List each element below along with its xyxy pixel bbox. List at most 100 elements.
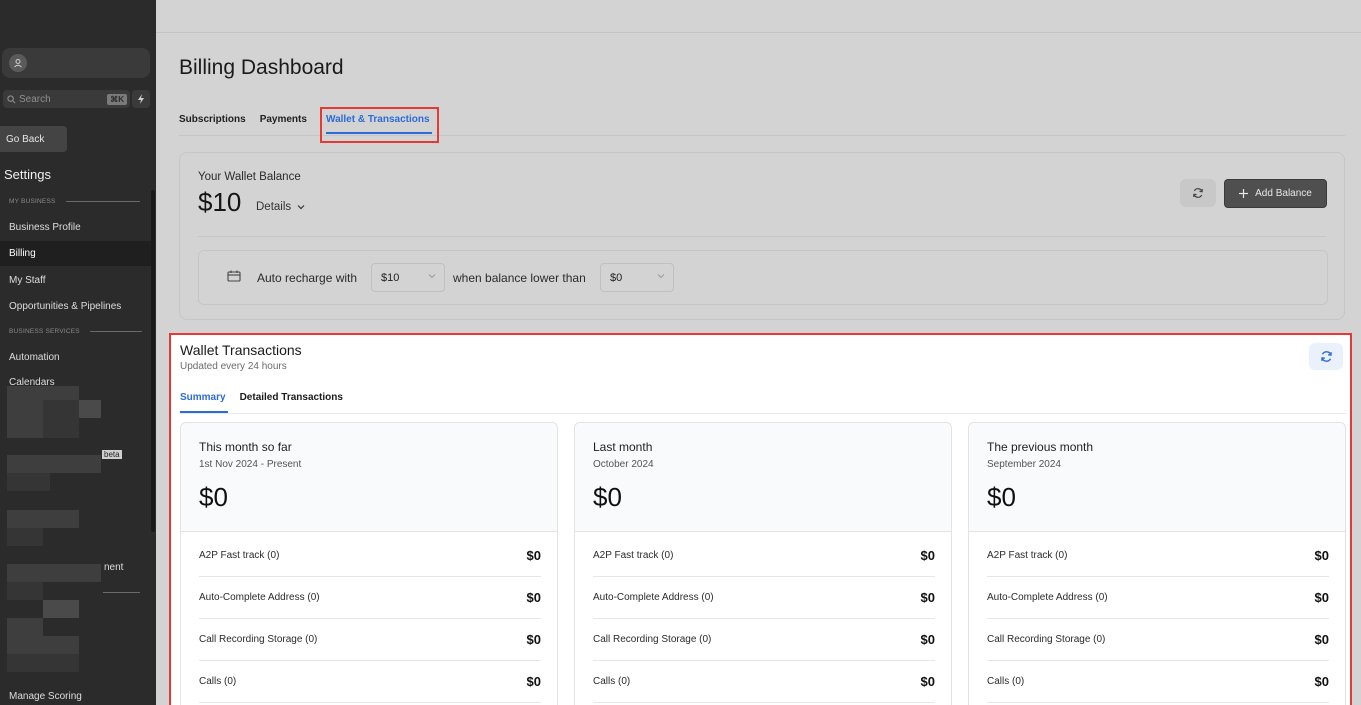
period-range: September 2024	[987, 459, 1061, 470]
refresh-balance-button[interactable]	[1180, 179, 1216, 207]
tab-detailed-transactions[interactable]: Detailed Transactions	[240, 392, 343, 403]
sidebar-item-billing[interactable]: Billing	[0, 241, 152, 266]
recharge-amount-value: $10	[381, 271, 400, 284]
quick-action-button[interactable]	[132, 90, 150, 108]
redacted-block	[7, 564, 101, 582]
header-divider	[156, 32, 1361, 33]
chevron-down-icon	[297, 205, 305, 210]
list-item: Call Recording Storage (0) $0	[987, 619, 1329, 661]
period-card-previous-month: The previous month September 2024 $0 A2P…	[968, 422, 1346, 705]
threshold-label: when balance lower than	[453, 271, 586, 285]
refresh-transactions-button[interactable]	[1309, 343, 1343, 370]
item-name: Auto-Complete Address (0)	[987, 592, 1108, 603]
threshold-amount-select[interactable]: $0	[600, 263, 674, 292]
sidebar-item-automation[interactable]: Automation	[9, 352, 60, 363]
beta-badge: beta	[102, 450, 122, 459]
tab-wallet-transactions[interactable]: Wallet & Transactions	[326, 114, 430, 125]
settings-title: Settings	[4, 167, 51, 182]
details-label: Details	[256, 201, 292, 213]
redacted-block	[7, 510, 79, 528]
item-name: Calls (0)	[593, 676, 631, 687]
item-name: Call Recording Storage (0)	[593, 634, 712, 645]
page-title: Billing Dashboard	[179, 56, 344, 79]
list-item: Calls (0) $0	[593, 661, 935, 703]
redacted-block	[7, 654, 79, 672]
item-amount: $0	[920, 548, 935, 563]
section-business-services-label: BUSINESS SERVICES	[9, 328, 80, 335]
item-amount: $0	[1314, 632, 1329, 647]
sidebar-item-opportunities[interactable]: Opportunities & Pipelines	[9, 301, 121, 312]
list-item: Call Recording Storage (0) $0	[593, 619, 935, 661]
item-amount: $0	[526, 632, 541, 647]
account-switcher[interactable]	[2, 48, 150, 78]
refresh-icon	[1320, 351, 1332, 362]
sidebar-item-business-profile[interactable]: Business Profile	[9, 222, 81, 233]
period-title: This month so far	[199, 440, 292, 454]
wallet-balance-card: Your Wallet Balance $10 Details Add Bala…	[179, 152, 1345, 320]
refresh-icon	[1193, 188, 1203, 198]
section-divider	[89, 331, 142, 332]
list-item: Calls (0) $0	[987, 661, 1329, 703]
item-name: A2P Fast track (0)	[987, 550, 1068, 561]
auto-recharge-label: Auto recharge with	[257, 271, 358, 285]
redacted-block	[7, 455, 101, 473]
period-card-header: This month so far 1st Nov 2024 - Present…	[181, 423, 557, 532]
sidebar: Search ⌘K Go Back Settings MY BUSINESS B…	[0, 0, 156, 705]
add-balance-label: Add Balance	[1255, 188, 1312, 199]
item-name: Auto-Complete Address (0)	[199, 592, 320, 603]
sidebar-item-manage-scoring[interactable]: Manage Scoring	[9, 691, 82, 702]
go-back-button[interactable]: Go Back	[0, 126, 67, 152]
redacted-block	[7, 582, 43, 600]
auto-recharge-settings: Auto recharge with $10 when balance lowe…	[198, 250, 1328, 305]
period-total: $0	[199, 482, 228, 512]
billing-tabs: Subscriptions Payments	[179, 114, 321, 125]
period-total: $0	[593, 482, 622, 512]
period-card-this-month: This month so far 1st Nov 2024 - Present…	[180, 422, 558, 705]
section-business-services: BUSINESS SERVICES	[9, 328, 142, 335]
redacted-block	[43, 600, 79, 618]
calendar-icon	[227, 270, 241, 282]
section-my-business: MY BUSINESS	[9, 198, 140, 205]
sidebar-item-my-staff[interactable]: My Staff	[9, 275, 46, 286]
period-total: $0	[987, 482, 1016, 512]
recharge-amount-select[interactable]: $10	[371, 263, 445, 292]
search-shortcut: ⌘K	[107, 93, 127, 105]
list-item: Auto-Complete Address (0) $0	[593, 577, 935, 619]
tab-subscriptions[interactable]: Subscriptions	[179, 114, 246, 125]
period-card-header: The previous month September 2024 $0	[969, 423, 1345, 532]
item-amount: $0	[920, 590, 935, 605]
tab-summary[interactable]: Summary	[180, 392, 226, 403]
search-placeholder: Search	[19, 93, 51, 105]
sidebar-scrollbar[interactable]	[151, 190, 155, 532]
add-balance-button[interactable]: Add Balance	[1224, 179, 1327, 208]
list-item: A2P Fast track (0) $0	[199, 535, 541, 577]
search-icon	[7, 94, 16, 103]
chevron-down-icon	[657, 274, 665, 279]
list-item: Auto-Complete Address (0) $0	[987, 577, 1329, 619]
chevron-down-icon	[428, 274, 436, 279]
item-amount: $0	[920, 674, 935, 689]
redacted-block	[7, 618, 43, 636]
period-card-header: Last month October 2024 $0	[575, 423, 951, 532]
item-name: A2P Fast track (0)	[199, 550, 280, 561]
list-item: A2P Fast track (0) $0	[987, 535, 1329, 577]
tab-payments[interactable]: Payments	[260, 114, 307, 125]
wallet-divider	[198, 236, 1326, 237]
redacted-block	[7, 528, 43, 546]
details-dropdown[interactable]: Details	[256, 201, 305, 213]
sidebar-item-calendars[interactable]: Calendars	[9, 377, 55, 386]
user-icon	[9, 54, 27, 72]
item-amount: $0	[920, 632, 935, 647]
list-item: Auto-Complete Address (0) $0	[199, 577, 541, 619]
section-my-business-label: MY BUSINESS	[9, 198, 56, 205]
item-name: Calls (0)	[199, 676, 237, 687]
tabs-divider	[180, 413, 1346, 414]
item-name: Call Recording Storage (0)	[199, 634, 318, 645]
item-amount: $0	[526, 590, 541, 605]
active-tab-indicator	[180, 411, 228, 413]
search-input[interactable]: Search ⌘K	[3, 90, 130, 108]
list-item: A2P Fast track (0) $0	[593, 535, 935, 577]
section-divider	[65, 201, 140, 202]
threshold-amount-value: $0	[610, 271, 623, 284]
item-amount: $0	[1314, 590, 1329, 605]
